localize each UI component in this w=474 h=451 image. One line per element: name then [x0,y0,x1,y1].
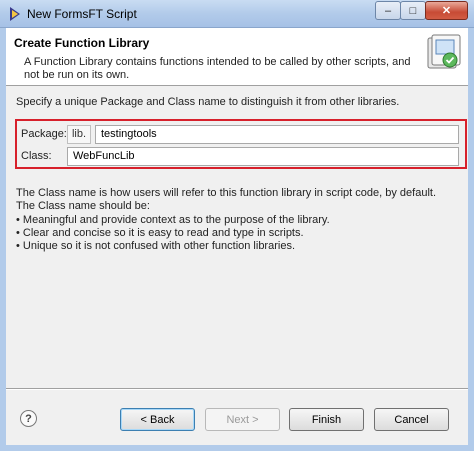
package-input[interactable] [95,124,459,144]
class-label: Class: [21,150,52,162]
close-icon: ✕ [441,5,452,17]
class-row: Class: [21,146,459,166]
name-fields-highlight: Package: lib. Class: [15,119,467,169]
package-row: Package: lib. [21,124,459,144]
help-paragraph: The Class name is how users will refer t… [16,187,437,212]
cancel-button[interactable]: Cancel [374,408,449,431]
list-item: • Unique so it is not confused with othe… [16,240,295,252]
class-input[interactable] [67,146,459,166]
minimize-button[interactable]: – [375,1,401,20]
finish-button[interactable]: Finish [289,408,364,431]
banner-description: A Function Library contains functions in… [24,56,411,81]
wizard-content: Specify a unique Package and Class name … [6,87,468,387]
window-title: New FormsFT Script [27,7,137,21]
button-bar-separator [6,388,468,390]
function-library-icon [427,34,461,69]
next-button[interactable]: Next > [205,408,280,431]
minimize-icon: – [384,4,392,17]
intro-text: Specify a unique Package and Class name … [16,96,400,108]
back-button[interactable]: < Back [120,408,195,431]
banner-title: Create Function Library [14,36,150,50]
maximize-button[interactable]: □ [400,1,426,20]
close-button[interactable]: ✕ [425,1,468,20]
help-list: • Meaningful and provide context as to t… [16,214,456,253]
wizard-banner: Create Function Library A Function Libra… [6,28,468,86]
maximize-icon: □ [409,4,417,17]
package-label: Package: [21,128,67,140]
class-name-help: The Class name is how users will refer t… [16,187,456,253]
title-bar[interactable]: New FormsFT Script – □ ✕ [0,0,474,28]
list-item: • Meaningful and provide context as to t… [16,214,330,226]
package-prefix: lib. [67,124,91,144]
list-item: • Clear and concise so it is easy to rea… [16,227,304,239]
eclipse-app-icon [10,7,20,21]
help-icon[interactable]: ? [20,410,37,427]
